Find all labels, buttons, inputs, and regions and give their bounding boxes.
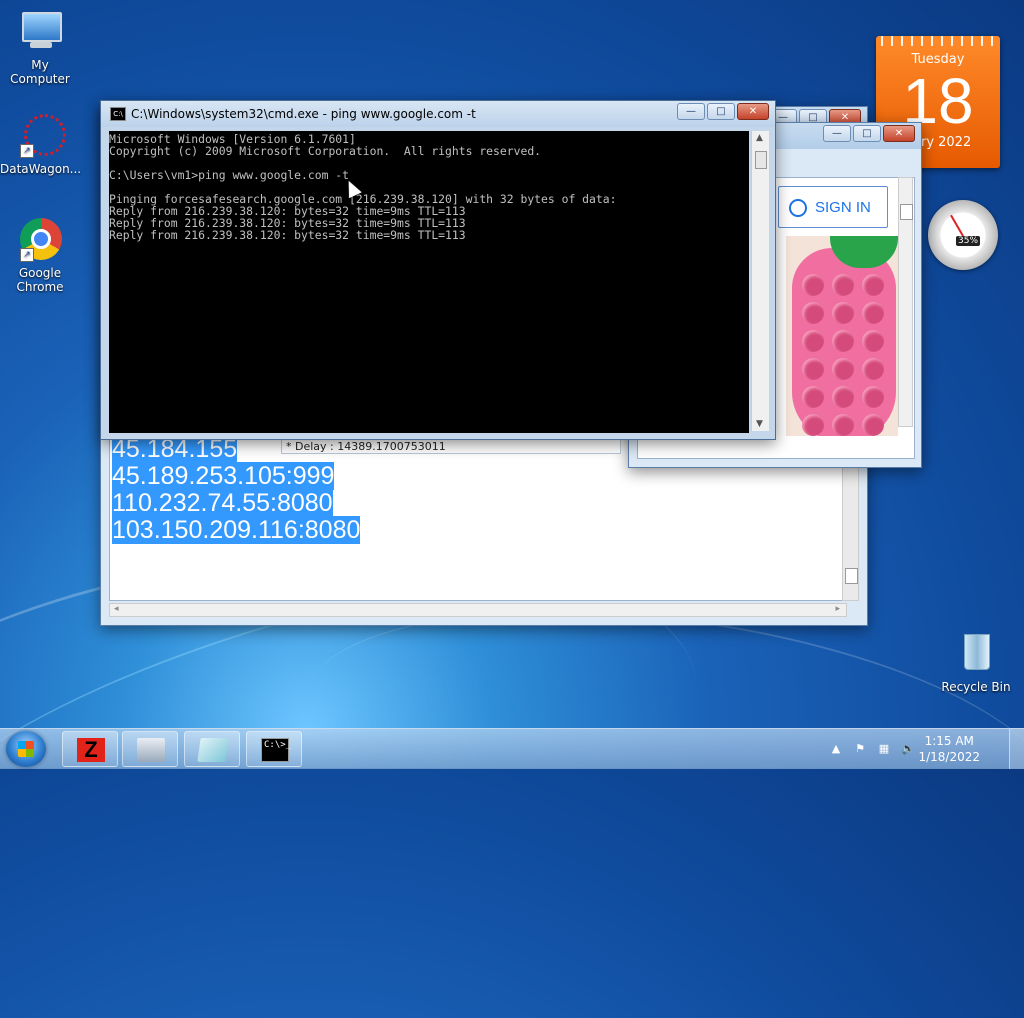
- desktop-icon-label: My Computer: [10, 58, 70, 86]
- clock-time: 1:15 AM: [924, 734, 974, 748]
- horizontal-scrollbar[interactable]: ◂ ▸: [109, 603, 847, 617]
- close-button[interactable]: ✕: [737, 103, 769, 120]
- scroll-thumb[interactable]: [900, 204, 913, 220]
- clock-date: 1/18/2022: [918, 750, 980, 764]
- console-line: C:\Users\vm1>ping www.google.com -t: [109, 168, 350, 182]
- windows-logo-icon: [18, 741, 34, 757]
- chrome-icon: ↗: [16, 216, 64, 264]
- calendar-rings: [876, 36, 1000, 46]
- taskbar-app-cmd[interactable]: C:\>_: [246, 731, 302, 767]
- scroll-left-arrow-icon[interactable]: ◂: [114, 604, 119, 614]
- scroll-thumb[interactable]: [845, 568, 858, 584]
- desktop-icon-my-computer[interactable]: My Computer: [0, 8, 80, 86]
- proxy-line: 110.232.74.55:8080: [112, 489, 333, 517]
- console-output[interactable]: Microsoft Windows [Version 6.1.7601] Copy…: [109, 131, 749, 433]
- proxy-line: 45.189.253.105:999: [112, 462, 335, 490]
- vertical-scrollbar[interactable]: [898, 177, 913, 427]
- cpu-meter-gadget[interactable]: 35%: [928, 200, 998, 270]
- cmd-window[interactable]: C:\ C:\Windows\system32\cmd.exe - ping w…: [100, 100, 776, 440]
- minimize-button[interactable]: —: [823, 125, 851, 142]
- proxy-line: 103.150.209.116:8080: [112, 516, 361, 544]
- taskbar-app-filezilla[interactable]: Z: [62, 731, 118, 767]
- scroll-thumb[interactable]: [755, 151, 767, 169]
- cmd-icon: C:\>_: [261, 738, 291, 762]
- product-image[interactable]: [786, 236, 898, 436]
- window-title: C:\Windows\system32\cmd.exe - ping www.g…: [131, 107, 476, 121]
- console-line: Reply from 216.239.38.120: bytes=32 time…: [109, 228, 466, 242]
- network-icon[interactable]: ▦: [876, 741, 892, 757]
- maximize-button[interactable]: □: [707, 103, 735, 120]
- filezilla-icon: Z: [77, 738, 105, 762]
- start-button[interactable]: [6, 731, 46, 767]
- desktop-icon-recycle-bin[interactable]: Recycle Bin: [936, 630, 1016, 694]
- sign-in-button[interactable]: SIGN IN: [778, 186, 888, 228]
- desktop-icon-label: Google Chrome: [16, 266, 64, 294]
- scroll-right-arrow-icon[interactable]: ▸: [835, 604, 840, 614]
- recycle-bin-icon: [952, 630, 1000, 678]
- molecule-icon: ↗: [16, 112, 66, 160]
- close-button[interactable]: ✕: [883, 125, 915, 142]
- desktop-icon-google-chrome[interactable]: ↗ Google Chrome: [0, 216, 80, 294]
- keyboard-icon: [137, 738, 165, 762]
- cpu-percent: 35%: [956, 236, 981, 246]
- volume-icon[interactable]: 🔈: [900, 741, 916, 757]
- taskbar: Z C:\>_ ▲ ⚑ ▦ 🔈 1:15 AM 1/18/2022: [0, 728, 1024, 769]
- scroll-up-arrow-icon[interactable]: ▲: [756, 133, 763, 143]
- action-center-flag-icon[interactable]: ⚑: [852, 741, 868, 757]
- maximize-button[interactable]: □: [853, 125, 881, 142]
- desktop-icon-datawagon[interactable]: ↗ DataWagon...: [0, 112, 82, 176]
- computer-icon: [16, 8, 64, 56]
- console-line: Copyright (c) 2009 Microsoft Corporation…: [109, 144, 542, 158]
- desktop-icon-label: DataWagon...: [0, 162, 82, 176]
- minimize-button[interactable]: —: [677, 103, 705, 120]
- taskbar-app-keyboard[interactable]: [122, 731, 178, 767]
- delay-status-field: * Delay : 14389.1700753011: [281, 438, 621, 454]
- taskbar-app-notepad[interactable]: [184, 731, 240, 767]
- title-bar[interactable]: C:\ C:\Windows\system32\cmd.exe - ping w…: [101, 101, 775, 127]
- clock[interactable]: 1:15 AM 1/18/2022: [918, 733, 980, 765]
- pop-it-bubbles: [802, 274, 892, 436]
- sign-in-label: SIGN IN: [815, 199, 871, 216]
- desktop-icon-label: Recycle Bin: [941, 680, 1011, 694]
- show-desktop-button[interactable]: [1009, 729, 1024, 769]
- gauge-needle: [950, 214, 964, 237]
- notepad-icon: [197, 738, 229, 762]
- system-tray: ▲ ⚑ ▦ 🔈: [824, 729, 920, 769]
- cmd-icon: C:\: [110, 107, 126, 121]
- account-icon: [789, 199, 807, 218]
- scroll-down-arrow-icon[interactable]: ▼: [756, 419, 763, 429]
- vertical-scrollbar[interactable]: ▲ ▼: [751, 131, 769, 431]
- show-hidden-icons-chevron-icon[interactable]: ▲: [828, 741, 844, 757]
